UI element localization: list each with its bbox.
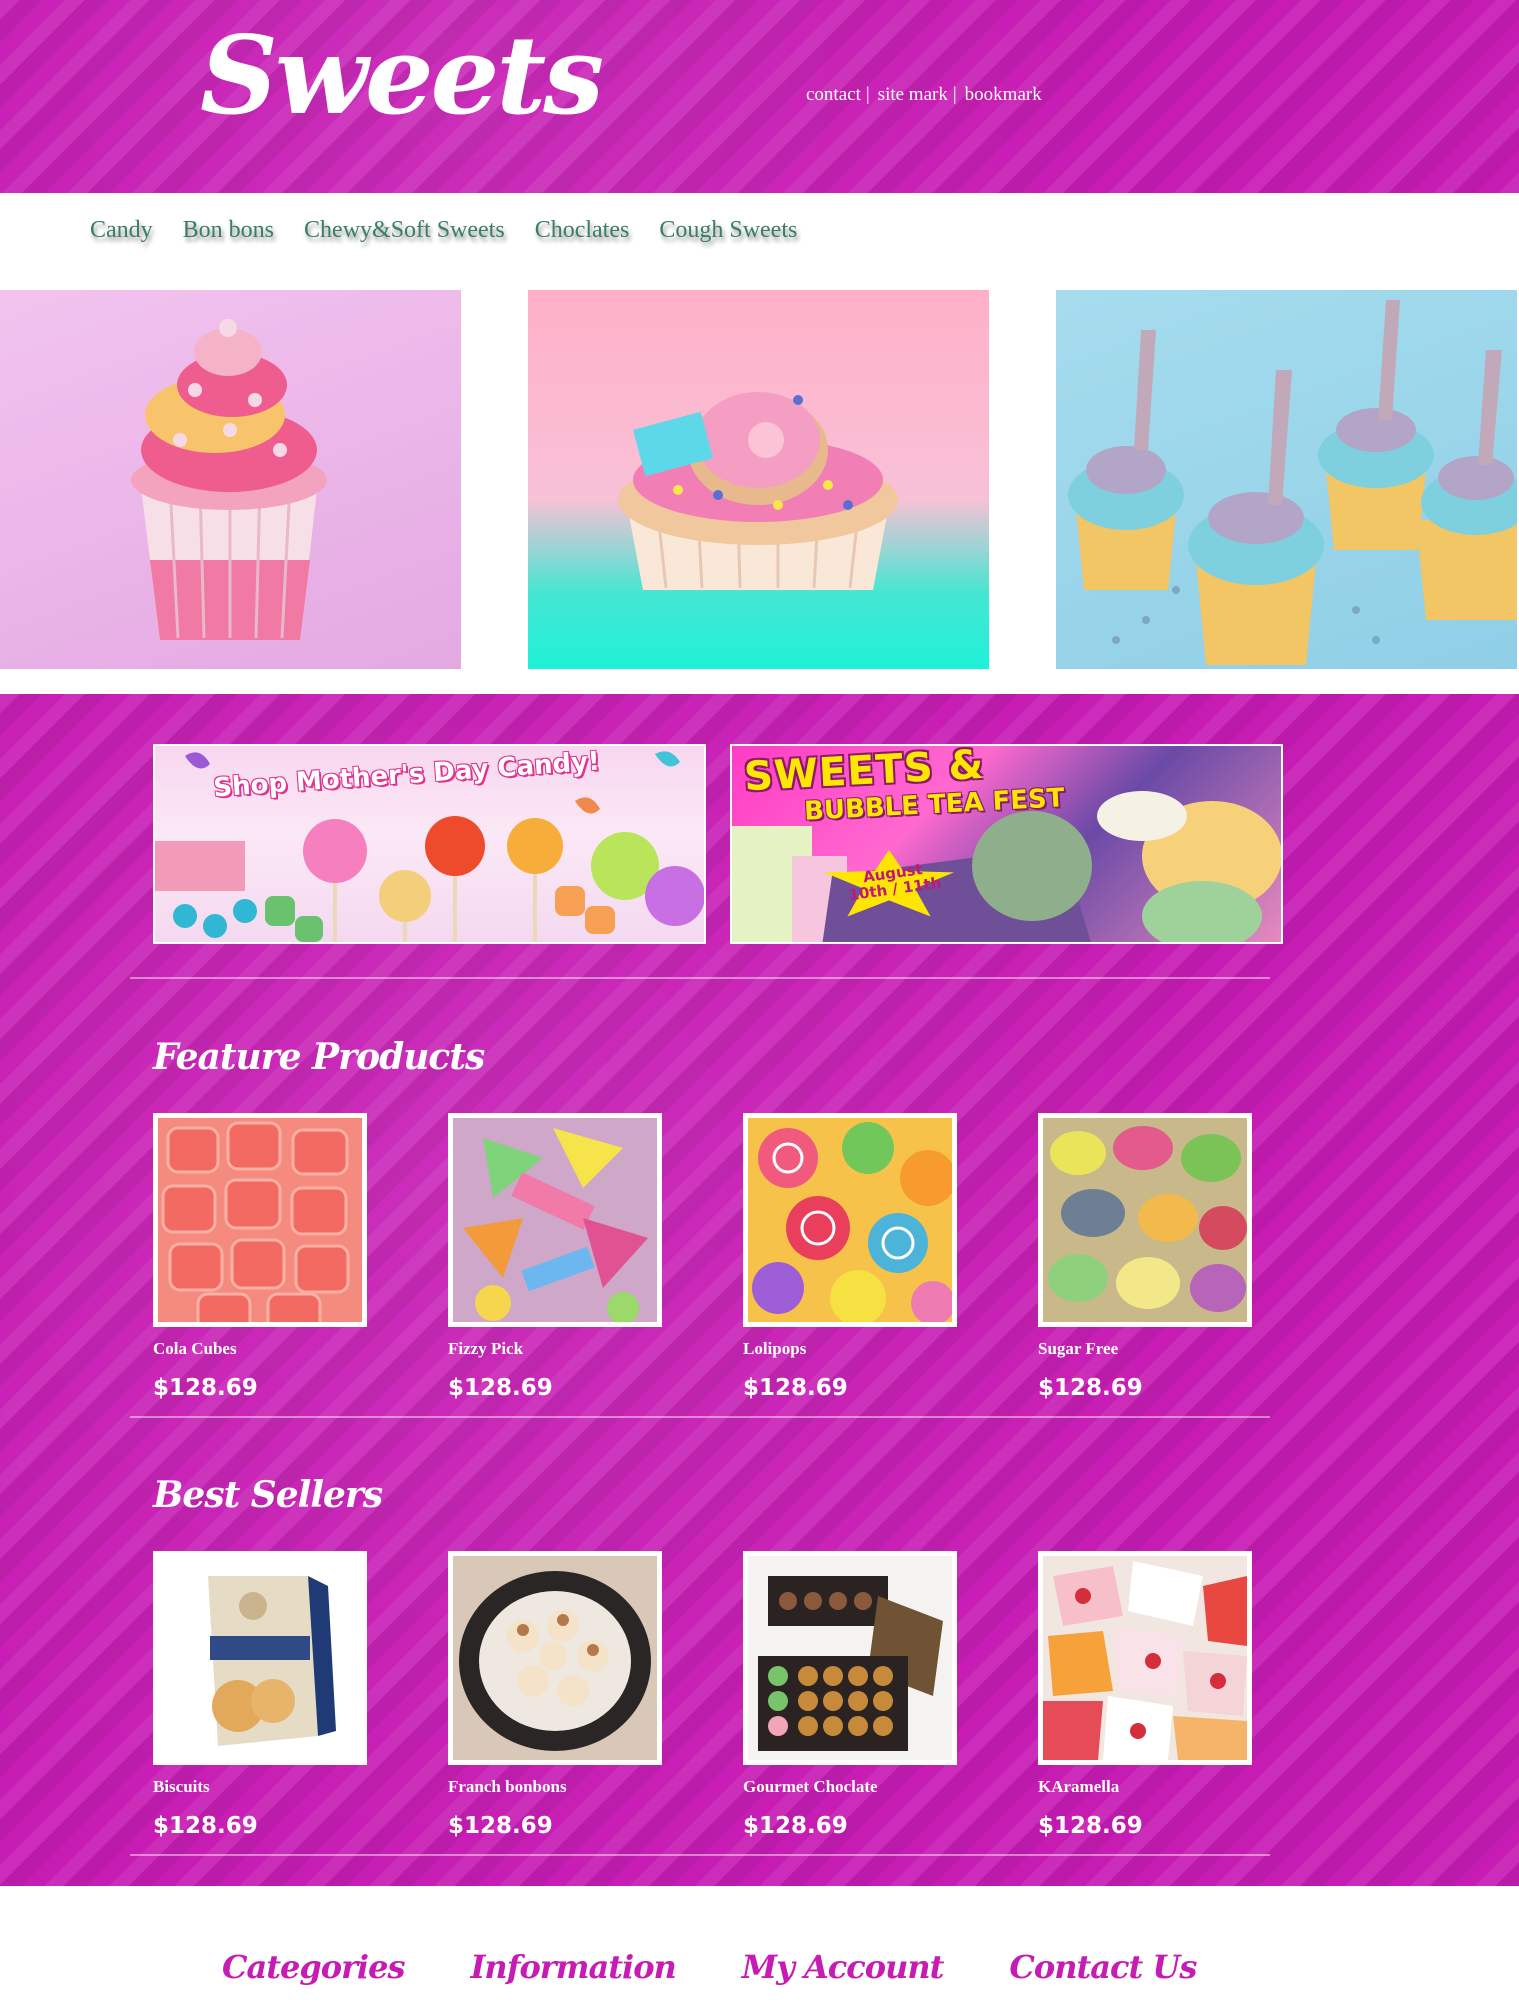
product-card[interactable]: Fizzy Pick $128.69	[448, 1113, 668, 1401]
product-card[interactable]: Franch bonbons $128.69	[448, 1551, 668, 1839]
product-name[interactable]: Fizzy Pick	[448, 1339, 668, 1359]
product-image[interactable]	[153, 1551, 367, 1765]
product-card[interactable]: Gourmet Choclate $128.69	[743, 1551, 963, 1839]
product-name[interactable]: Cola Cubes	[153, 1339, 373, 1359]
nav-item-candy[interactable]: Candy	[90, 217, 153, 244]
footer-link-information[interactable]: Information	[470, 1948, 676, 1986]
product-price: $128.69	[1038, 1813, 1143, 1839]
product-price: $128.69	[448, 1375, 553, 1401]
product-image[interactable]	[448, 1113, 662, 1327]
product-name[interactable]: Gourmet Choclate	[743, 1777, 963, 1797]
gourmet-choclate-image	[748, 1556, 952, 1760]
franch-bonbons-image	[453, 1556, 657, 1760]
product-price: $128.69	[743, 1813, 848, 1839]
nav-item-cough-sweets[interactable]: Cough Sweets	[659, 217, 797, 244]
product-image[interactable]	[743, 1113, 957, 1327]
nav-item-chewy-soft-sweets[interactable]: Chewy&Soft Sweets	[304, 217, 505, 244]
product-card[interactable]: Cola Cubes $128.69	[153, 1113, 373, 1401]
hero-image-pink-cupcake[interactable]	[0, 290, 461, 669]
section-divider	[130, 1854, 1270, 1856]
product-image[interactable]	[1038, 1113, 1252, 1327]
site-logo[interactable]: Sweets	[200, 22, 604, 130]
product-image[interactable]	[743, 1551, 957, 1765]
link-separator: |	[865, 84, 870, 105]
hero-gallery	[0, 290, 1519, 670]
hero-image-donut-cupcake[interactable]	[528, 290, 989, 669]
mermaid-cupcakes-illustration	[1068, 300, 1517, 665]
product-card[interactable]: Sugar Free $128.69	[1038, 1113, 1258, 1401]
product-image[interactable]	[153, 1113, 367, 1327]
top-links: contact | site mark | bookmark	[806, 84, 1042, 106]
main-nav: Candy Bon bons Chewy&Soft Sweets Choclat…	[0, 193, 1519, 289]
site-footer: Categories Information My Account Contac…	[0, 1886, 1519, 2007]
product-name[interactable]: Biscuits	[153, 1777, 373, 1797]
candy-illustration	[155, 751, 704, 942]
product-price: $128.69	[1038, 1375, 1143, 1401]
link-separator: |	[952, 84, 957, 105]
main-content: Shop Mother's Day Candy! SWEETS & BUBBLE…	[0, 694, 1519, 1886]
bookmark-link[interactable]: bookmark	[965, 84, 1042, 105]
product-price: $128.69	[153, 1375, 258, 1401]
site-mark-link[interactable]: site mark	[878, 84, 948, 105]
section-divider	[130, 1416, 1270, 1418]
biscuits-image	[158, 1556, 362, 1760]
footer-link-my-account[interactable]: My Account	[742, 1948, 945, 1986]
best-sellers-title: Best Sellers	[153, 1474, 383, 1516]
product-price: $128.69	[743, 1375, 848, 1401]
section-divider	[130, 977, 1270, 979]
sugar-free-image	[1043, 1118, 1247, 1322]
nav-item-choclates[interactable]: Choclates	[535, 217, 630, 244]
product-name[interactable]: Franch bonbons	[448, 1777, 668, 1797]
product-name[interactable]: KAramella	[1038, 1777, 1258, 1797]
cola-cubes-image	[158, 1118, 362, 1322]
product-image[interactable]	[1038, 1551, 1252, 1765]
contact-link[interactable]: contact	[806, 84, 861, 105]
karamella-image	[1043, 1556, 1247, 1760]
hero-image-mermaid-cupcakes[interactable]	[1056, 290, 1517, 669]
footer-link-categories[interactable]: Categories	[222, 1948, 405, 1986]
product-price: $128.69	[153, 1813, 258, 1839]
product-card[interactable]: Biscuits $128.69	[153, 1551, 373, 1839]
product-card[interactable]: KAramella $128.69	[1038, 1551, 1258, 1839]
product-name[interactable]: Lolipops	[743, 1339, 963, 1359]
nav-item-bon-bons[interactable]: Bon bons	[183, 217, 274, 244]
site-header: Sweets contact | site mark | bookmark	[0, 0, 1519, 193]
lolipops-image	[748, 1118, 952, 1322]
product-price: $128.69	[448, 1813, 553, 1839]
cupcake-illustration	[131, 319, 327, 640]
footer-link-contact-us[interactable]: Contact Us	[1009, 1948, 1197, 1986]
bubble-tea-fest-banner[interactable]: SWEETS & BUBBLE TEA FEST August 10th / 1…	[730, 744, 1283, 944]
product-name[interactable]: Sugar Free	[1038, 1339, 1258, 1359]
fizzy-pick-image	[453, 1118, 657, 1322]
product-image[interactable]	[448, 1551, 662, 1765]
mothers-day-banner[interactable]: Shop Mother's Day Candy!	[153, 744, 706, 944]
product-card[interactable]: Lolipops $128.69	[743, 1113, 963, 1401]
donut-cupcake-illustration	[618, 392, 898, 590]
featured-title: Feature Products	[153, 1036, 485, 1078]
